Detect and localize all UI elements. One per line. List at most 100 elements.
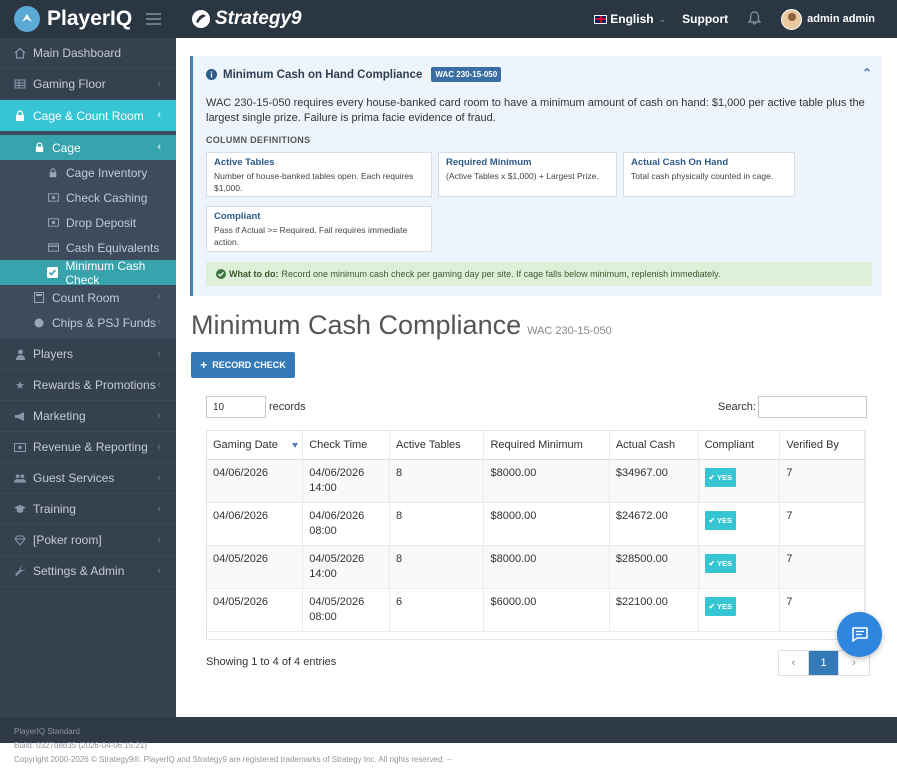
sidebar-item-label: Check Cashing <box>66 190 148 205</box>
bell-icon[interactable] <box>747 10 762 28</box>
sidebar-item-label: Cage <box>52 140 81 155</box>
calculator-icon <box>33 292 45 304</box>
bullhorn-icon <box>14 410 26 422</box>
sort-desc-icon <box>292 443 299 448</box>
sidebar-item-label: Cash Equivalents <box>66 240 160 255</box>
lock-icon <box>33 142 45 154</box>
table-row[interactable]: 04/06/2026 04/06/2026 08:00 8 $8000.00 $2467… <box>207 502 865 546</box>
column-header-gaming-date[interactable]: Gaming Date <box>207 431 304 460</box>
partner-name: Strategy9 <box>215 8 302 29</box>
pagination-page-1[interactable]: 1 <box>809 651 839 675</box>
sidebar-item-training[interactable]: Training ‹ <box>0 494 176 525</box>
status-badge: ✔ YES <box>704 510 736 530</box>
sidebar-item-rewards-promotions[interactable]: ★ Rewards & Promotions ‹ <box>0 370 176 401</box>
sidebar-item-gaming-floor[interactable]: Gaming Floor ‹ <box>0 69 176 100</box>
column-header-check-time[interactable]: Check Time <box>302 431 391 460</box>
sidebar-item-drop-deposit[interactable]: Drop Deposit <box>0 210 176 235</box>
users-icon <box>14 472 26 484</box>
home-icon <box>14 47 26 59</box>
footer-copyright: Copyright 2000-2026 © Strategy9®. Player… <box>14 755 453 764</box>
sidebar-item-count-room[interactable]: Count Room ‹ <box>0 285 176 310</box>
column-header-actual-cash[interactable]: Actual Cash <box>609 431 699 460</box>
page-heading: Minimum Cash Compliance <box>191 310 522 340</box>
avatar[interactable] <box>781 8 803 30</box>
sidebar-item-cage-inventory[interactable]: Cage Inventory <box>0 160 176 185</box>
column-header-verified-by[interactable]: Verified By <box>779 431 865 460</box>
chevron-left-icon: ‹ <box>157 472 161 484</box>
sidebar-item-label: Training <box>33 502 76 516</box>
chat-button[interactable] <box>837 612 882 657</box>
strategy9-logo-icon <box>192 10 210 28</box>
table-row[interactable]: 04/06/2026 04/06/2026 14:00 8 $8000.00 $3496… <box>207 459 865 503</box>
column-header-required-minimum[interactable]: Required Minimum <box>483 431 610 460</box>
graduation-icon <box>14 503 26 515</box>
definition-active-tables: Active Tables Number of house-banked tab… <box>206 152 432 197</box>
sidebar-item-chips-psj-funds[interactable]: Chips & PSJ Funds ‹ <box>0 310 176 335</box>
info-title: Minimum Cash on Hand Compliance <box>223 68 423 81</box>
sidebar-item-minimum-cash-check[interactable]: Minimum Cash Check <box>0 258 176 287</box>
chevron-left-icon: ‹ <box>157 534 161 546</box>
sidebar-item-settings-admin[interactable]: Settings & Admin ‹ <box>0 556 176 587</box>
sidebar-item-poker-room[interactable]: [Poker room] ‹ <box>0 525 176 556</box>
sidebar-item-cage-count-room[interactable]: Cage & Count Room ‹ <box>0 100 176 131</box>
pagination-prev[interactable]: ‹ <box>779 651 809 675</box>
chevron-left-icon: ‹ <box>157 410 161 422</box>
chevron-left-icon: ‹ <box>157 379 161 391</box>
chevron-left-icon: ‹ <box>157 348 161 360</box>
table-row[interactable]: 04/05/2026 04/05/2026 08:00 6 $6000.00 $2210… <box>207 588 865 632</box>
todo-label: What to do: <box>229 269 279 279</box>
money-icon <box>47 217 59 229</box>
strategy9-logo: Strategy9 <box>191 8 302 30</box>
chevron-left-icon: ‹ <box>157 291 161 303</box>
status-badge: ✔ YES <box>704 467 736 487</box>
records-label: records <box>269 401 306 413</box>
lock-icon <box>14 109 26 122</box>
menu-toggle-icon[interactable] <box>146 13 161 25</box>
wac-badge: WAC 230-15-050 <box>431 67 502 82</box>
records-per-page-select[interactable]: 10 <box>206 396 266 418</box>
table-row[interactable]: 04/05/2026 04/05/2026 14:00 8 $8000.00 $2850… <box>207 545 865 589</box>
sidebar-item-label: Main Dashboard <box>33 46 122 60</box>
chat-icon <box>851 627 868 642</box>
search-input[interactable] <box>758 396 867 418</box>
table-header-row: Gaming Date Check Time Active Tables Req… <box>207 431 865 460</box>
main-content: Minimum Cash on Hand Compliance WAC 230-… <box>176 38 897 717</box>
chevron-left-icon: ‹ <box>157 503 161 515</box>
chevron-left-icon: ‹ <box>157 141 161 153</box>
sidebar-item-cash-equivalents[interactable]: Cash Equivalents <box>0 235 176 260</box>
footer-build: Build: 0327deb35 (2026-04-06 15:21) <box>14 741 147 750</box>
chevron-down-icon[interactable]: ⌄ <box>659 14 667 25</box>
sidebar-item-check-cashing[interactable]: Check Cashing <box>0 185 176 210</box>
user-menu[interactable]: admin admin <box>807 13 875 25</box>
status-badge: ✔ YES <box>704 553 736 573</box>
sidebar: Main Dashboard Gaming Floor ‹ Cage & Cou… <box>0 38 176 717</box>
support-link[interactable]: Support <box>682 12 728 26</box>
chevron-left-icon: ‹ <box>157 109 161 121</box>
sidebar-item-cage[interactable]: Cage ‹ <box>0 135 176 160</box>
record-check-button[interactable]: + RECORD CHECK <box>191 352 295 378</box>
playeriq-logo-icon <box>14 6 40 32</box>
sidebar-item-label: [Poker room] <box>33 533 102 547</box>
sidebar-item-label: Minimum Cash Check <box>65 258 146 287</box>
status-badge: ✔ YES <box>704 596 736 616</box>
diamond-icon <box>14 534 26 546</box>
sidebar-item-main-dashboard[interactable]: Main Dashboard <box>0 38 176 69</box>
sidebar-item-label: Chips & PSJ Funds <box>52 315 157 330</box>
column-header-active-tables[interactable]: Active Tables <box>389 431 485 460</box>
money-icon <box>14 441 26 453</box>
sidebar-item-label: Marketing <box>33 409 86 423</box>
compliance-table: Gaming Date Check Time Active Tables Req… <box>206 430 866 640</box>
sidebar-item-players[interactable]: Players ‹ <box>0 339 176 370</box>
user-icon <box>14 348 26 360</box>
sidebar-item-guest-services[interactable]: Guest Services ‹ <box>0 463 176 494</box>
language-selector[interactable]: English <box>610 12 653 26</box>
sidebar-item-marketing[interactable]: Marketing ‹ <box>0 401 176 432</box>
chevron-up-icon[interactable]: ⌃ <box>862 66 872 80</box>
sidebar-item-label: Players <box>33 347 74 361</box>
chevron-left-icon: ‹ <box>157 316 161 328</box>
sidebar-item-label: Gaming Floor <box>33 77 106 91</box>
sidebar-item-label: Drop Deposit <box>66 215 137 230</box>
sidebar-item-revenue-reporting[interactable]: Revenue & Reporting ‹ <box>0 432 176 463</box>
chip-icon <box>33 317 45 329</box>
column-header-compliant[interactable]: Compliant <box>698 431 781 460</box>
